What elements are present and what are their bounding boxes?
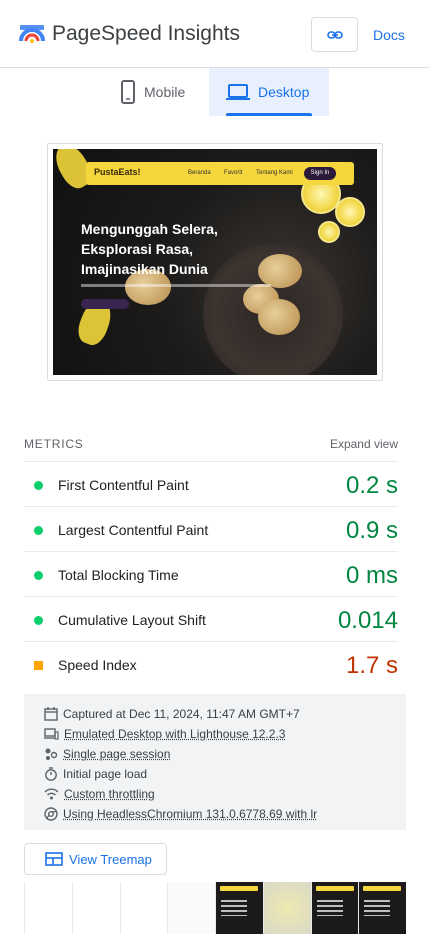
laptop-icon bbox=[226, 84, 250, 100]
filmstrip-frame bbox=[167, 882, 215, 934]
final-screenshot: PustaEats! Beranda Favorit Tentang Kami … bbox=[47, 143, 383, 381]
tab-desktop[interactable]: Desktop bbox=[209, 68, 329, 116]
pass-indicator-icon bbox=[34, 526, 43, 535]
calendar-icon bbox=[44, 707, 58, 721]
tab-desktop-label: Desktop bbox=[258, 84, 310, 100]
info-text: Captured at Dec 11, 2024, 11:47 AM GMT+7 bbox=[63, 707, 300, 721]
info-line[interactable]: Single page session bbox=[44, 744, 406, 764]
info-line: Captured at Dec 11, 2024, 11:47 AM GMT+7 bbox=[44, 704, 406, 724]
session-icon bbox=[45, 748, 58, 760]
docs-link[interactable]: Docs bbox=[373, 27, 405, 43]
metric-label: Cumulative Layout Shift bbox=[58, 612, 206, 628]
top-bar: PageSpeed Insights Docs bbox=[0, 0, 429, 68]
metric-row: Total Blocking Time 0 ms bbox=[24, 552, 398, 597]
info-line[interactable]: Using HeadlessChromium 131.0.6778.69 wit… bbox=[44, 804, 406, 824]
preview-cta bbox=[81, 299, 129, 309]
metric-value: 0.9 s bbox=[345, 517, 398, 544]
info-text: Custom throttling bbox=[64, 787, 155, 801]
copy-link-button[interactable] bbox=[311, 17, 358, 52]
info-text: Using HeadlessChromium 131.0.6778.69 wit… bbox=[63, 807, 318, 821]
pass-indicator-icon bbox=[34, 616, 43, 625]
metric-label: Speed Index bbox=[58, 657, 137, 673]
info-line[interactable]: Custom throttling bbox=[44, 784, 406, 804]
filmstrip bbox=[24, 882, 406, 934]
metric-value: 0.014 bbox=[337, 607, 398, 634]
network-icon bbox=[44, 788, 59, 800]
metric-row: Speed Index 1.7 s bbox=[24, 642, 398, 687]
info-text: Emulated Desktop with Lighthouse 12.2.3 bbox=[64, 727, 286, 741]
metric-label: First Contentful Paint bbox=[58, 477, 189, 493]
metric-value: 1.7 s bbox=[345, 652, 398, 679]
info-text: Initial page load bbox=[63, 767, 148, 781]
metric-label: Total Blocking Time bbox=[58, 567, 179, 583]
info-line[interactable]: Emulated Desktop with Lighthouse 12.2.3 bbox=[44, 724, 406, 744]
runtime-settings: Captured at Dec 11, 2024, 11:47 AM GMT+7… bbox=[24, 694, 406, 830]
expand-view-toggle[interactable]: Expand view bbox=[330, 437, 398, 451]
metric-label: Largest Contentful Paint bbox=[58, 522, 209, 538]
metric-row: First Contentful Paint 0.2 s bbox=[24, 462, 398, 507]
preview-signin: Sign In bbox=[304, 167, 336, 180]
treemap-icon bbox=[45, 852, 63, 866]
screenshot-image: PustaEats! Beranda Favorit Tentang Kami … bbox=[53, 149, 377, 375]
tab-mobile-label: Mobile bbox=[144, 84, 186, 100]
metrics-title: METRICS bbox=[24, 437, 84, 451]
devices-icon bbox=[44, 728, 59, 740]
device-tabs: Mobile Desktop bbox=[0, 68, 429, 116]
view-treemap-button[interactable]: View Treemap bbox=[24, 843, 167, 875]
preview-hero-text: Mengunggah Selera, Eksplorasi Rasa, Imaj… bbox=[81, 219, 251, 279]
view-treemap-label: View Treemap bbox=[69, 851, 152, 867]
app-title: PageSpeed Insights bbox=[52, 22, 240, 45]
metric-value: 0 ms bbox=[345, 562, 398, 589]
filmstrip-frame bbox=[310, 882, 359, 934]
filmstrip-frame bbox=[358, 882, 406, 934]
info-text: Single page session bbox=[63, 747, 171, 761]
filmstrip-frame bbox=[24, 882, 72, 934]
preview-brand: PustaEats! bbox=[94, 167, 141, 177]
preview-hero-line: Imajinasikan Dunia bbox=[81, 261, 208, 277]
tab-mobile[interactable]: Mobile bbox=[108, 68, 208, 116]
pagespeed-logo-icon bbox=[19, 25, 45, 43]
filmstrip-frame bbox=[119, 882, 168, 934]
preview-nav-link: Favorit bbox=[224, 170, 243, 176]
timer-icon bbox=[45, 767, 57, 781]
metric-row: Largest Contentful Paint 0.9 s bbox=[24, 507, 398, 552]
pass-indicator-icon bbox=[34, 571, 43, 580]
average-indicator-icon bbox=[34, 661, 43, 670]
preview-navbar: PustaEats! Beranda Favorit Tentang Kami … bbox=[86, 162, 354, 185]
preview-hero-line: Mengunggah Selera, bbox=[81, 221, 218, 237]
preview-nav-link: Beranda bbox=[188, 170, 211, 176]
metric-row: Cumulative Layout Shift 0.014 bbox=[24, 597, 398, 642]
phone-icon bbox=[121, 80, 135, 104]
metrics-header: METRICS Expand view bbox=[24, 436, 398, 462]
info-line: Initial page load bbox=[44, 764, 406, 784]
preview-subtext bbox=[81, 284, 271, 287]
link-icon bbox=[326, 30, 343, 39]
metric-value: 0.2 s bbox=[345, 472, 398, 499]
chrome-icon bbox=[44, 807, 58, 821]
filmstrip-frame bbox=[71, 882, 120, 934]
preview-nav-link: Tentang Kami bbox=[256, 170, 293, 176]
filmstrip-frame bbox=[215, 882, 263, 934]
preview-hero-line: Eksplorasi Rasa, bbox=[81, 241, 194, 257]
pass-indicator-icon bbox=[34, 481, 43, 490]
filmstrip-frame bbox=[262, 882, 311, 934]
